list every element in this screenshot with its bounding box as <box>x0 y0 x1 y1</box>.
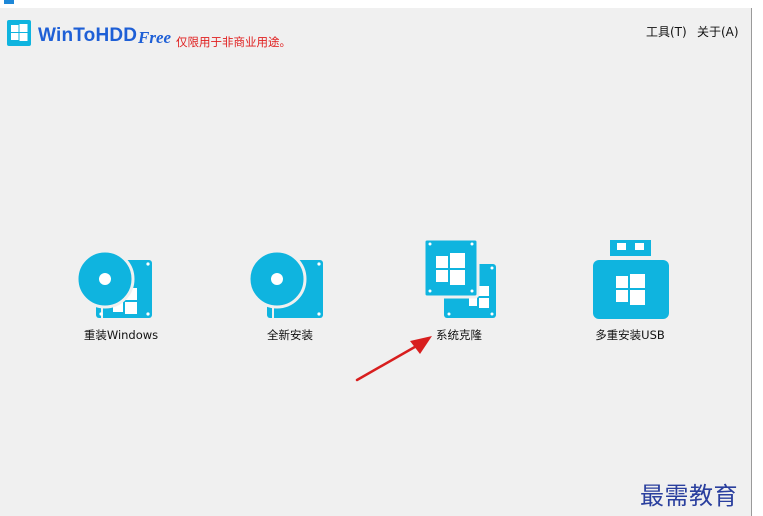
main-window: WinToHDD Free 仅限用于非商业用途。 工具(T) 关于(A) 重装W… <box>0 8 752 516</box>
tile-reinstall-windows[interactable]: 重装Windows <box>56 240 186 360</box>
edition-label: Free <box>138 28 172 47</box>
tile-multi-install-usb[interactable]: 多重安装USB <box>565 240 695 360</box>
menu-about[interactable]: 关于(A) <box>697 23 739 40</box>
disc-windows-icon <box>75 249 152 318</box>
license-notice: 仅限用于非商业用途。 <box>176 35 291 49</box>
app-titlebar-icon <box>4 0 14 4</box>
annotation-arrow-icon <box>355 336 432 382</box>
tile-label: 多重安装USB <box>595 328 665 342</box>
tile-label: 全新安装 <box>267 328 313 342</box>
wintohdd-logo-icon <box>7 20 31 46</box>
disc-drive-icon <box>247 249 323 318</box>
usb-windows-icon <box>593 240 669 319</box>
title-bar-remnant <box>0 0 763 8</box>
watermark-text: 最需教育 <box>640 482 738 510</box>
app-name: WinToHDD <box>38 25 138 46</box>
clone-windows-icon <box>422 240 496 318</box>
tile-label: 重装Windows <box>83 328 159 342</box>
menu-tools[interactable]: 工具(T) <box>646 23 687 40</box>
tile-fresh-install[interactable]: 全新安装 <box>225 240 355 360</box>
